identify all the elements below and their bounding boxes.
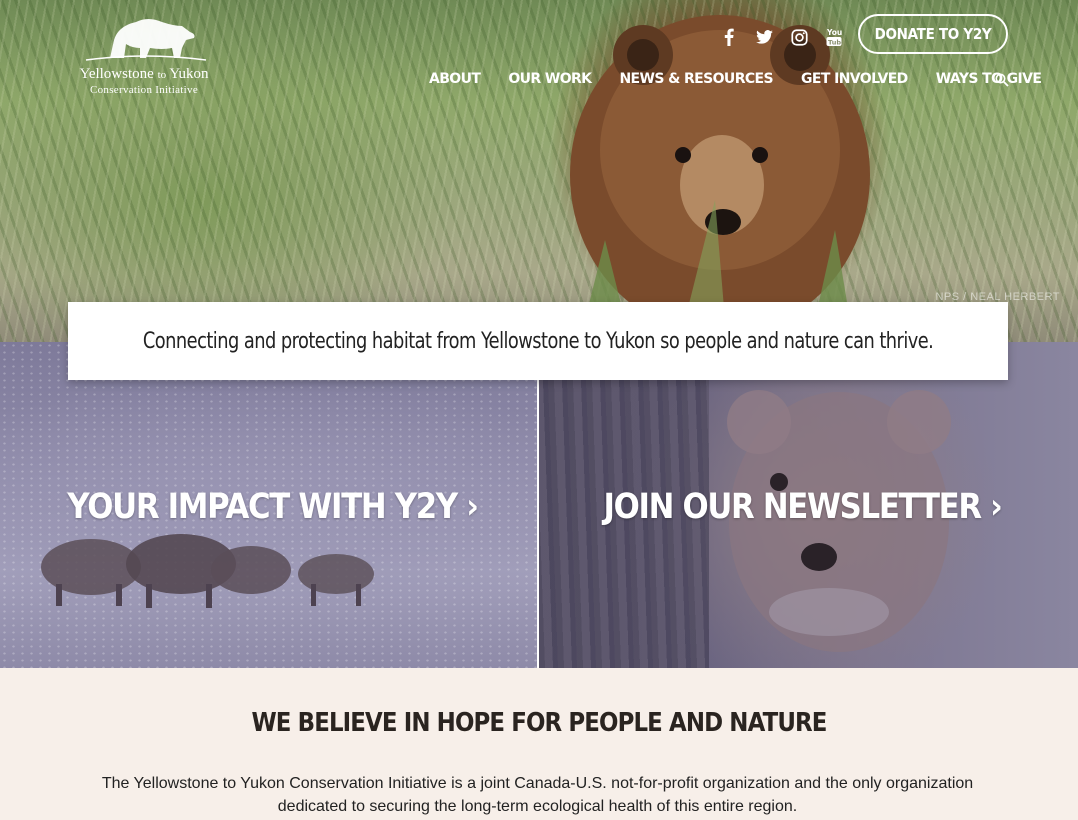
nav-item-about[interactable]: ABOUT bbox=[429, 71, 481, 87]
logo-subtitle: Conservation Initiative bbox=[89, 84, 199, 96]
bear-icon bbox=[85, 19, 207, 61]
youtube-icon[interactable]: You Tube bbox=[823, 26, 845, 48]
bison-photo bbox=[41, 534, 374, 608]
twitter-icon[interactable] bbox=[753, 26, 775, 48]
main-nav: ABOUT OUR WORK NEWS & RESOURCES GET INVO… bbox=[429, 71, 1069, 87]
about-section: WE BELIEVE IN HOPE FOR PEOPLE AND NATURE… bbox=[0, 668, 1078, 820]
about-heading: WE BELIEVE IN HOPE FOR PEOPLE AND NATURE bbox=[251, 708, 827, 738]
about-body: The Yellowstone to Yukon Conservation In… bbox=[101, 775, 974, 815]
site-logo[interactable]: Yellowstone to Yukon Conservation Initia… bbox=[66, 14, 222, 98]
logo-title: Yellowstone to Yukon bbox=[66, 66, 222, 83]
facebook-icon[interactable] bbox=[718, 26, 740, 48]
tagline-box: Connecting and protecting habitat from Y… bbox=[68, 302, 1008, 380]
logo-word-yellowstone: Yellowstone bbox=[79, 66, 154, 82]
svg-text:Tube: Tube bbox=[828, 39, 842, 47]
donate-button[interactable]: DONATE TO Y2Y bbox=[858, 14, 1008, 54]
instagram-icon[interactable] bbox=[788, 26, 810, 48]
svg-text:You: You bbox=[826, 28, 842, 37]
logo-word-to: to bbox=[157, 69, 167, 81]
impact-tile[interactable]: YOUR IMPACT WITH Y2Y › bbox=[0, 342, 537, 668]
search-icon[interactable] bbox=[995, 73, 1009, 92]
nav-item-get-involved[interactable]: GET INVOLVED bbox=[801, 71, 908, 87]
tagline-text: Connecting and protecting habitat from Y… bbox=[142, 328, 934, 354]
bear-photo bbox=[570, 15, 870, 320]
newsletter-tile[interactable]: JOIN OUR NEWSLETTER › bbox=[539, 342, 1078, 668]
nav-item-news-resources[interactable]: NEWS & RESOURCES bbox=[619, 71, 773, 87]
impact-tile-label: YOUR IMPACT WITH Y2Y › bbox=[67, 487, 479, 527]
social-links: You Tube bbox=[718, 26, 845, 48]
newsletter-tile-label: JOIN OUR NEWSLETTER › bbox=[603, 487, 1002, 527]
nav-item-ways-to-give[interactable]: WAYS TO GIVE bbox=[936, 71, 1042, 87]
logo-word-yukon: Yukon bbox=[169, 66, 209, 82]
nav-item-our-work[interactable]: OUR WORK bbox=[508, 71, 592, 87]
